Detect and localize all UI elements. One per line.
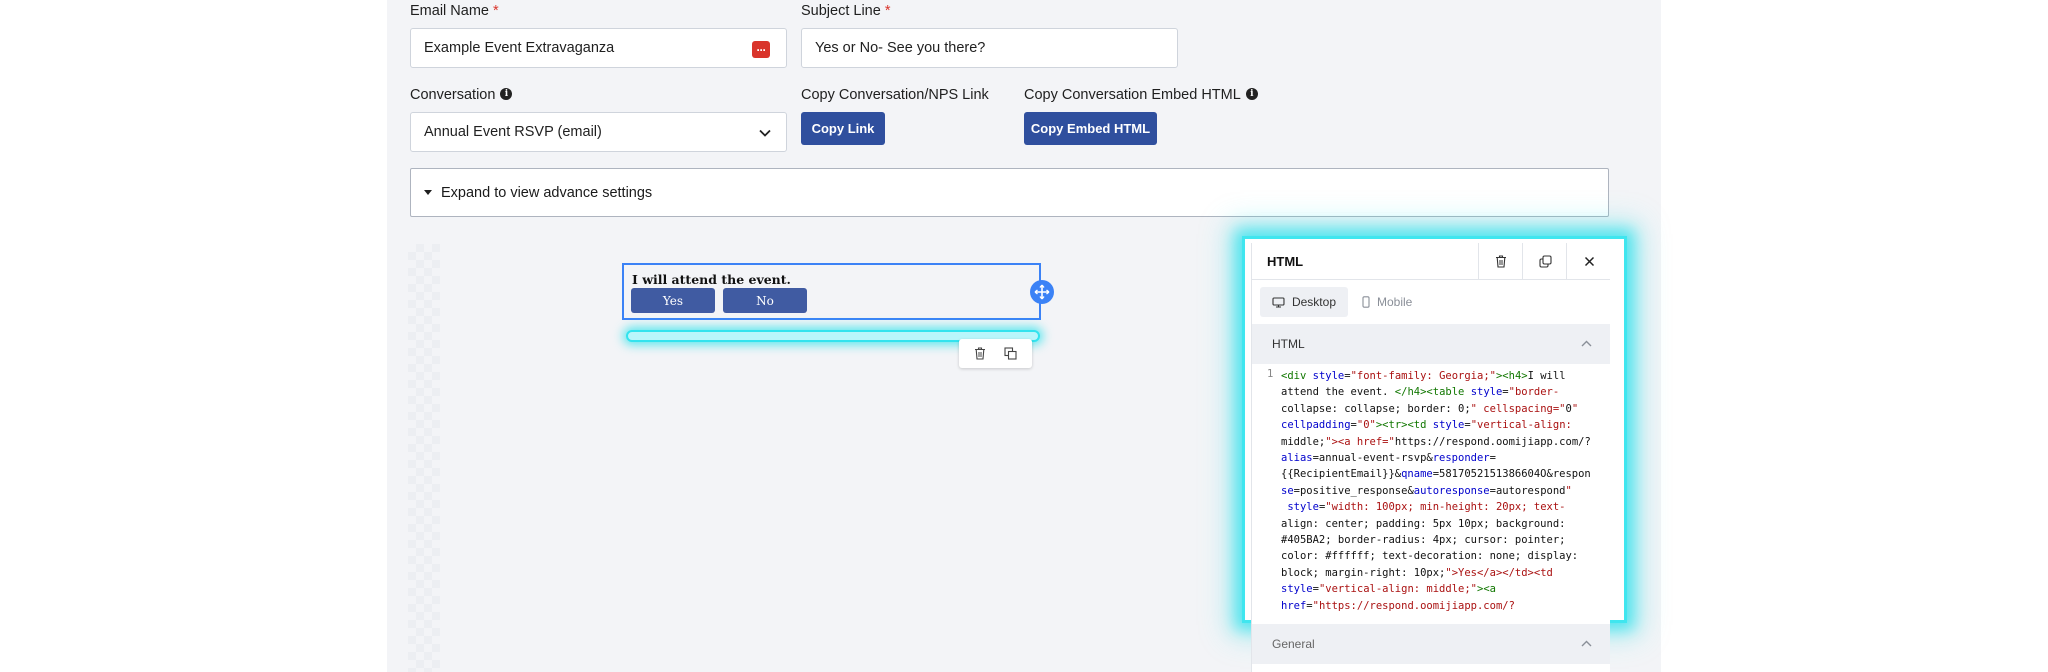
conversation-label: Conversation i xyxy=(410,87,513,103)
code-line: cellpadding="0"><tr><td style="vertical-… xyxy=(1281,419,1572,432)
properties-panel: HTML Desktop Mobile HTML 1 <div style="f… xyxy=(1251,243,1610,672)
conversation-select[interactable]: Annual Event RSVP (email) xyxy=(410,112,787,152)
trash-icon[interactable] xyxy=(974,347,986,360)
code-line: style="width: 100px; min-height: 20px; t… xyxy=(1287,501,1566,514)
copy-embed-label: Copy Conversation Embed HTML i xyxy=(1024,87,1258,103)
code-line: block; margin-right: 10px;">Yes</a></td>… xyxy=(1281,566,1553,579)
html-block-selected[interactable]: I will attend the event. Yes No xyxy=(622,263,1041,320)
code-line: se=positive_response&autoresponse=autore… xyxy=(1281,484,1572,497)
duplicate-block-button[interactable] xyxy=(1522,243,1567,279)
info-icon: i xyxy=(500,88,513,101)
advanced-settings-expander[interactable]: Expand to view advance settings xyxy=(410,168,1609,217)
duplicate-icon xyxy=(1538,254,1552,268)
code-line: middle;"><a href="https://respond.oomiji… xyxy=(1281,435,1591,448)
close-panel-button[interactable] xyxy=(1566,243,1611,279)
email-name-value: Example Event Extravaganza xyxy=(424,40,615,56)
tab-mobile-label: Mobile xyxy=(1377,295,1413,309)
subject-line-label: Subject Line * xyxy=(801,3,891,19)
no-button[interactable]: No xyxy=(723,288,807,313)
copy-link-button[interactable]: Copy Link xyxy=(801,112,885,145)
desktop-icon xyxy=(1272,296,1285,308)
html-section-label: HTML xyxy=(1272,337,1305,351)
code-line: {{RecipientEmail}}&qname=581705215138660… xyxy=(1281,468,1591,481)
subject-line-value: Yes or No- See you there? xyxy=(815,40,986,56)
yes-button[interactable]: Yes xyxy=(631,288,715,313)
general-section-label: General xyxy=(1272,637,1315,651)
panel-title: HTML xyxy=(1267,254,1304,269)
email-name-label: Email Name * xyxy=(410,3,499,19)
chevron-up-icon xyxy=(1581,340,1592,347)
panel-header: HTML xyxy=(1252,243,1610,280)
move-handle[interactable] xyxy=(1030,280,1054,304)
subject-line-input[interactable]: Yes or No- See you there? xyxy=(801,28,1178,68)
block-heading: I will attend the event. xyxy=(632,272,791,287)
tab-desktop-label: Desktop xyxy=(1291,295,1336,309)
tab-desktop[interactable]: Desktop xyxy=(1260,287,1348,317)
expander-label: Expand to view advance settings xyxy=(441,184,653,201)
info-icon: i xyxy=(1245,88,1258,101)
copy-link-label: Copy Conversation/NPS Link xyxy=(801,87,989,103)
code-line: <div style="font-family: Georgia;"><h4>I… xyxy=(1281,370,1566,382)
personalization-dots-button[interactable]: ··· xyxy=(752,41,770,58)
block-mini-toolbar xyxy=(959,339,1032,368)
caret-down-icon xyxy=(424,190,432,195)
tab-mobile[interactable]: Mobile xyxy=(1350,287,1430,317)
code-line: collapse: collapse; border: 0;" cellspac… xyxy=(1281,402,1579,415)
delete-block-button[interactable] xyxy=(1478,243,1523,279)
chevron-up-icon xyxy=(1581,640,1592,647)
device-tabs: Desktop Mobile xyxy=(1260,287,1602,317)
general-section-header[interactable]: General xyxy=(1252,624,1610,664)
mobile-icon xyxy=(1362,296,1370,308)
html-code-editor[interactable]: 1 <div style="font-family: Georgia;"><h4… xyxy=(1252,368,1610,614)
code-line: color: #ffffff; text-decoration: none; d… xyxy=(1281,550,1579,563)
code-line: href="https://respond.oomijiapp.com/? xyxy=(1281,599,1515,612)
code-line: #405BA2; border-radius: 4px; cursor: poi… xyxy=(1281,534,1566,547)
code-line: style="vertical-align: middle;"><a xyxy=(1281,583,1496,596)
chevron-down-icon xyxy=(759,129,771,137)
move-icon xyxy=(1034,284,1050,300)
code-content: <div style="font-family: Georgia;"><h4>I… xyxy=(1281,368,1601,614)
html-section-header[interactable]: HTML xyxy=(1252,324,1610,364)
code-line: alias=annual-event-rsvp&responder= xyxy=(1281,452,1496,465)
code-line: attend the event. </h4><table style="bor… xyxy=(1281,386,1560,399)
line-number: 1 xyxy=(1267,368,1274,380)
copy-embed-html-button[interactable]: Copy Embed HTML xyxy=(1024,112,1157,145)
duplicate-icon[interactable] xyxy=(1004,347,1017,360)
close-icon xyxy=(1584,256,1594,266)
conversation-value: Annual Event RSVP (email) xyxy=(424,124,602,140)
trash-icon xyxy=(1496,254,1506,268)
code-line: align: center; padding: 5px 10px; backgr… xyxy=(1281,517,1566,530)
email-name-input[interactable]: Example Event Extravaganza ··· xyxy=(410,28,787,68)
